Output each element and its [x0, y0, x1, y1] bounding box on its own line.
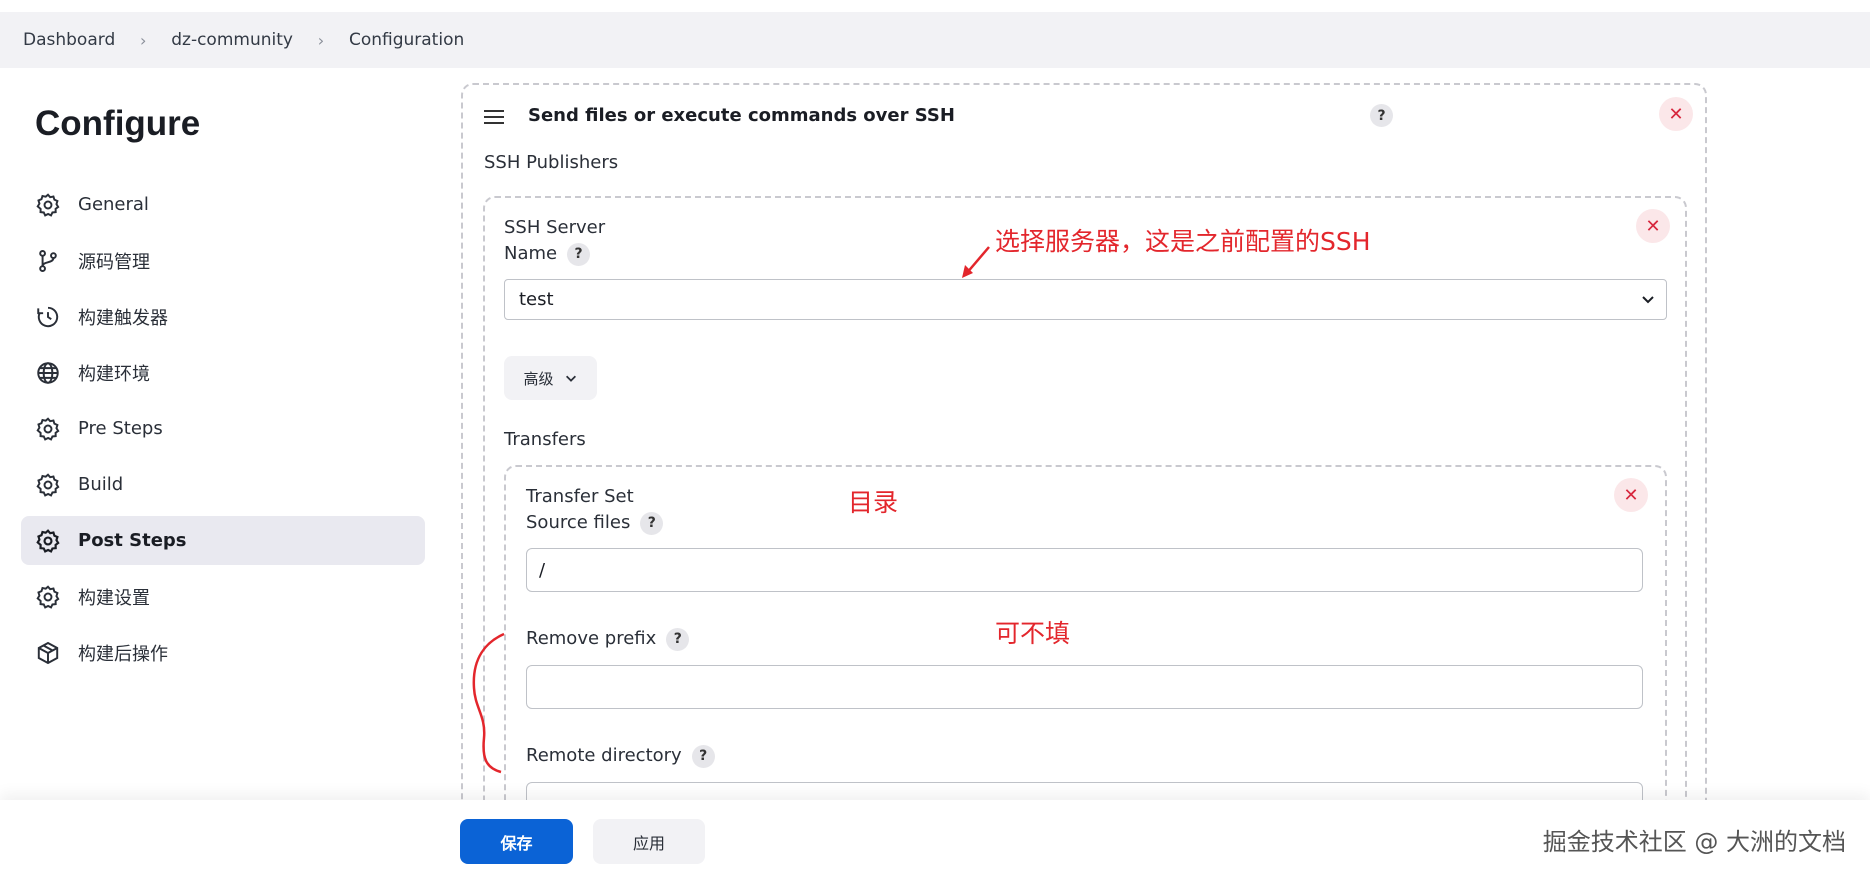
gear-icon: [35, 528, 61, 554]
chevron-right-icon: ›: [317, 30, 325, 50]
sidebar-item-label: 构建环境: [78, 363, 150, 385]
sidebar-item-label: 构建后操作: [78, 643, 168, 665]
breadcrumb-dashboard[interactable]: Dashboard: [23, 30, 115, 50]
sidebar-item-build-settings[interactable]: 构建设置: [21, 572, 425, 621]
gear-icon: [35, 416, 61, 442]
annotation-dir-note: 目录: [848, 488, 899, 517]
sidebar-item-build-triggers[interactable]: 构建触发器: [21, 292, 425, 341]
sidebar-item-post-steps[interactable]: Post Steps: [21, 516, 425, 565]
footer-bar: 保存 应用 掘金技术社区 @ 大洲的文档: [0, 800, 1870, 876]
sidebar-item-source-control[interactable]: 源码管理: [21, 236, 425, 285]
breadcrumb-project[interactable]: dz-community: [171, 30, 293, 50]
remove-prefix-label: Remove prefix: [526, 628, 657, 649]
remove-prefix-input[interactable]: [526, 665, 1643, 709]
globe-icon: [35, 360, 61, 386]
close-icon[interactable]: ✕: [1614, 478, 1648, 512]
breadcrumb: Dashboard › dz-community › Configuration: [0, 12, 1870, 68]
ssh-server-label: SSH Server: [504, 217, 606, 238]
annotation-bracket: [472, 632, 505, 774]
source-files-label: Source files: [526, 512, 631, 533]
close-icon[interactable]: ✕: [1636, 209, 1670, 243]
advanced-label: 高级: [523, 369, 554, 388]
sidebar-item-label: 源码管理: [78, 251, 150, 273]
ssh-server-name-label: Name: [504, 243, 558, 264]
branch-icon: [35, 248, 61, 274]
save-button[interactable]: 保存: [460, 819, 573, 864]
apply-button[interactable]: 应用: [593, 819, 705, 864]
help-icon[interactable]: ?: [691, 744, 715, 768]
transfer-set-label: Transfer Set: [526, 486, 634, 507]
remote-directory-row: Remote directory ?: [526, 743, 715, 769]
help-icon[interactable]: ?: [640, 511, 664, 535]
chevron-down-icon: [1642, 296, 1654, 304]
sidebar-item-pre-steps[interactable]: Pre Steps: [21, 404, 425, 453]
drag-handle-icon[interactable]: [484, 110, 504, 124]
gear-icon: [35, 584, 61, 610]
close-icon[interactable]: ✕: [1659, 97, 1693, 131]
panel-title: Send files or execute commands over SSH: [528, 105, 955, 126]
package-icon: [35, 640, 61, 666]
ssh-server-name-row: Name ?: [504, 241, 591, 267]
annotation-server-note: 选择服务器，这是之前配置的SSH: [995, 227, 1371, 256]
annotation-optional-note: 可不填: [995, 619, 1071, 648]
sidebar-item-general[interactable]: General: [21, 180, 425, 229]
gear-icon: [35, 192, 61, 218]
source-files-input[interactable]: /: [526, 548, 1643, 592]
sidebar-item-label: Post Steps: [78, 530, 187, 551]
sidebar-item-label: 构建设置: [78, 587, 150, 609]
page-title: Configure: [35, 104, 201, 143]
chevron-down-icon: [565, 375, 576, 382]
sidebar-item-label: 构建触发器: [78, 307, 168, 329]
ssh-server-panel: ✕ SSH Server Name ? test 高级 Transfers ✕ …: [483, 196, 1687, 865]
help-icon[interactable]: ?: [1370, 104, 1393, 127]
annotation-arrow: [962, 246, 990, 278]
clock-icon: [35, 304, 61, 330]
sidebar-item-label: Build: [78, 474, 124, 495]
ssh-publishers-label: SSH Publishers: [484, 152, 619, 173]
ssh-server-select[interactable]: test: [504, 279, 1667, 320]
transfers-label: Transfers: [504, 429, 586, 450]
sidebar-item-label: General: [78, 194, 149, 215]
gear-icon: [35, 472, 61, 498]
sidebar-nav: General 源码管理 构建触发器 构建环境 Pre Steps Build …: [21, 180, 425, 684]
ssh-publisher-panel: Send files or execute commands over SSH …: [461, 83, 1707, 865]
sidebar: Configure General 源码管理 构建触发器 构建环境 Pre St…: [0, 68, 440, 808]
sidebar-item-build-environment[interactable]: 构建环境: [21, 348, 425, 397]
advanced-button[interactable]: 高级: [504, 356, 597, 400]
watermark: 掘金技术社区 @ 大洲的文档: [1542, 828, 1846, 856]
remove-prefix-row: Remove prefix ?: [526, 626, 690, 652]
sidebar-item-post-build-actions[interactable]: 构建后操作: [21, 628, 425, 677]
source-files-row: Source files ?: [526, 510, 664, 536]
sidebar-item-build[interactable]: Build: [21, 460, 425, 509]
chevron-right-icon: ›: [140, 30, 147, 50]
remote-directory-label: Remote directory: [526, 745, 682, 766]
help-icon[interactable]: ?: [567, 242, 591, 266]
ssh-server-selected-value: test: [519, 289, 554, 310]
sidebar-item-label: Pre Steps: [78, 418, 163, 439]
breadcrumb-configuration[interactable]: Configuration: [349, 30, 464, 50]
help-icon[interactable]: ?: [666, 627, 690, 651]
